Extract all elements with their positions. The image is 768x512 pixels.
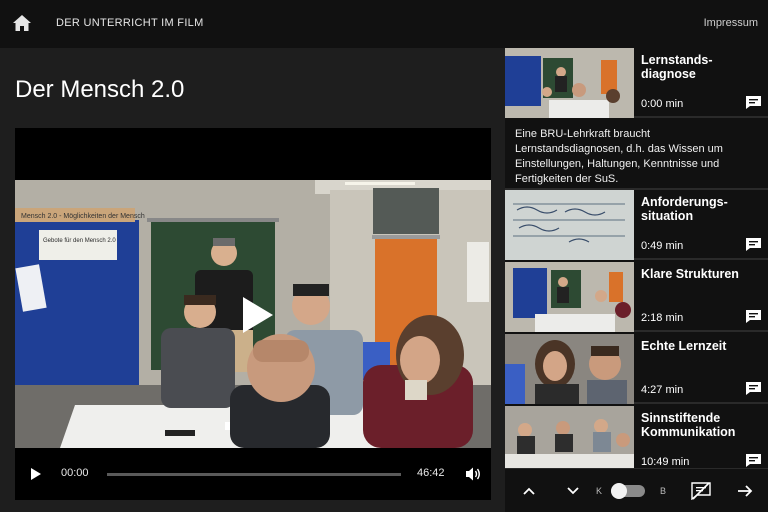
chapter-time: 2:18 min <box>641 312 684 324</box>
chapter-item-lernstandsdiagnose[interactable]: Lernstands-diagnose 0:00 min <box>505 48 768 118</box>
progress-bar[interactable] <box>107 473 401 476</box>
chapter-item-echte-lernzeit[interactable]: Echte Lernzeit 4:27 min <box>505 334 768 404</box>
subtitle-icon[interactable] <box>746 382 761 395</box>
big-play-icon[interactable] <box>241 295 275 335</box>
subtitle-icon[interactable] <box>746 310 761 323</box>
subtitle-icon[interactable] <box>746 96 761 109</box>
chapter-title: Anforderungs-situation <box>641 195 728 223</box>
chapter-item-klare-strukturen[interactable]: Klare Strukturen 2:18 min <box>505 262 768 332</box>
sidebar-toolbar: K B <box>505 468 768 512</box>
video-player[interactable]: Mensch 2.0 - Möglichkeiten der Mensch Ge… <box>15 128 491 500</box>
chapter-sidebar: Lernstands-diagnose 0:00 min Eine BRU-Le… <box>505 48 768 468</box>
video-frame[interactable]: Mensch 2.0 - Möglichkeiten der Mensch Ge… <box>15 180 491 448</box>
chapter-thumbnail <box>505 334 634 404</box>
main-content: Der Mensch 2.0 Mensch 2.0 - Möglichkeite… <box>0 48 505 512</box>
subtitles-off-icon[interactable] <box>691 482 711 500</box>
current-time: 00:00 <box>61 467 89 479</box>
toggle-label-k: K <box>596 486 603 496</box>
impressum-link[interactable]: Impressum <box>704 17 758 29</box>
toggle-label-b: B <box>660 486 667 496</box>
chapter-thumbnail <box>505 190 634 260</box>
chapter-time: 0:00 min <box>641 98 684 110</box>
volume-icon[interactable] <box>465 466 481 482</box>
board-label-2: Gebote für den Mensch 2.0 <box>43 238 116 244</box>
video-controls: 00:00 46:42 <box>15 448 491 500</box>
chevron-up-icon[interactable] <box>521 483 537 499</box>
site-title[interactable]: DER UNTERRICHT IM FILM <box>56 17 204 29</box>
chapter-title: Klare Strukturen <box>641 267 739 281</box>
chapter-time: 0:49 min <box>641 240 684 252</box>
home-icon[interactable] <box>12 13 32 33</box>
subtitle-icon[interactable] <box>746 238 761 251</box>
chapter-item-anforderungssituation[interactable]: Anforderungs-situation 0:49 min <box>505 190 768 260</box>
chapter-item-sinnstiftende-kommunikation[interactable]: Sinnstiftende Kommunikation 10:49 min <box>505 406 768 468</box>
chapter-time: 4:27 min <box>641 384 684 396</box>
chevron-down-icon[interactable] <box>565 483 581 499</box>
subtitle-icon[interactable] <box>746 454 761 467</box>
chapter-title: Sinnstiftende Kommunikation <box>641 411 736 439</box>
toggle-knob <box>611 483 627 499</box>
chapter-title: Lernstands-diagnose <box>641 53 713 81</box>
chapter-thumbnail <box>505 48 634 118</box>
board-label-1: Mensch 2.0 - Möglichkeiten der Mensch <box>21 213 145 220</box>
chapter-thumbnail <box>505 262 634 332</box>
k-b-toggle[interactable] <box>611 483 645 499</box>
duration: 46:42 <box>417 467 445 479</box>
chapter-description: Eine BRU-Lehrkraft braucht Lernstandsdia… <box>505 120 768 190</box>
chapter-thumbnail <box>505 406 634 468</box>
page-title: Der Mensch 2.0 <box>15 76 185 103</box>
top-bar: DER UNTERRICHT IM FILM Impressum <box>0 0 768 48</box>
chapter-title: Echte Lernzeit <box>641 339 727 353</box>
play-icon[interactable] <box>29 467 43 481</box>
chapter-time: 10:49 min <box>641 456 690 468</box>
arrow-right-icon[interactable] <box>737 483 753 499</box>
